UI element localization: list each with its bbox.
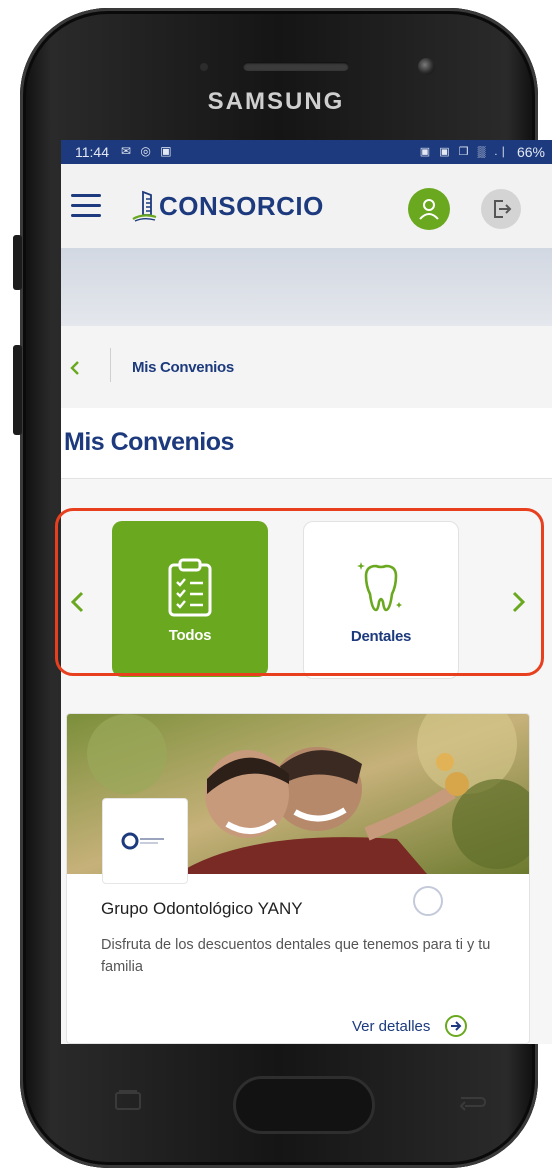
status-bar: 11:44 ✉ ◎ ▣ ▣ ▣ ❒ ▒ .∣ 66% <box>61 140 552 164</box>
device-brand: SAMSUNG <box>207 88 345 115</box>
breadcrumb: Mis Convenios <box>61 326 552 408</box>
status-time: 11:44 <box>75 144 109 160</box>
app-header: CONSORCIO <box>61 164 552 248</box>
page-title: Mis Convenios <box>64 428 234 456</box>
logo-text: CONSORCIO <box>159 190 324 221</box>
logo-building-icon <box>132 190 157 222</box>
volume-button <box>13 235 22 290</box>
front-camera <box>418 58 435 75</box>
recent-apps-icon <box>115 1090 141 1110</box>
partner-logo <box>102 798 188 884</box>
sensor <box>200 63 208 71</box>
earpiece-speaker <box>243 62 349 71</box>
yany-logo-icon <box>121 832 164 850</box>
card-description: Disfruta de los descuentos dentales que … <box>101 937 491 975</box>
consorcio-logo: CONSORCIO <box>131 188 324 224</box>
battery-level: 66% <box>516 144 545 160</box>
logout-icon <box>494 200 512 218</box>
hamburger-icon[interactable] <box>71 194 101 218</box>
card-title: Grupo Odontológico YANY <box>101 899 303 918</box>
agreement-card[interactable]: Grupo Odontológico YANY Disfruta de los … <box>66 713 530 1044</box>
breadcrumb-current[interactable]: Mis Convenios <box>132 359 234 376</box>
logout-button[interactable] <box>481 189 521 229</box>
system-icons: ▣ ▣ ❒ ▒ .∣ <box>419 146 509 158</box>
user-icon <box>419 199 439 220</box>
bixby-button <box>13 345 22 435</box>
chevron-left-icon[interactable] <box>63 356 87 380</box>
breadcrumb-divider <box>110 348 111 382</box>
favorite-toggle[interactable] <box>413 886 443 916</box>
home-button[interactable] <box>233 1076 375 1134</box>
header-banner <box>61 248 552 326</box>
view-details-link[interactable]: Ver detalles <box>352 1014 468 1038</box>
notification-icons: ✉ ◎ ▣ <box>121 144 175 158</box>
arrow-right-circle-icon <box>445 1015 468 1037</box>
view-details-label: Ver detalles <box>352 1017 431 1035</box>
back-arrow-icon <box>459 1097 487 1111</box>
highlight-box <box>55 508 544 676</box>
user-button[interactable] <box>408 188 450 230</box>
phone-screenshot: SAMSUNG 11:44 ✉ ◎ ▣ ▣ ▣ ❒ ▒ .∣ 66% CONSO… <box>0 0 552 1173</box>
